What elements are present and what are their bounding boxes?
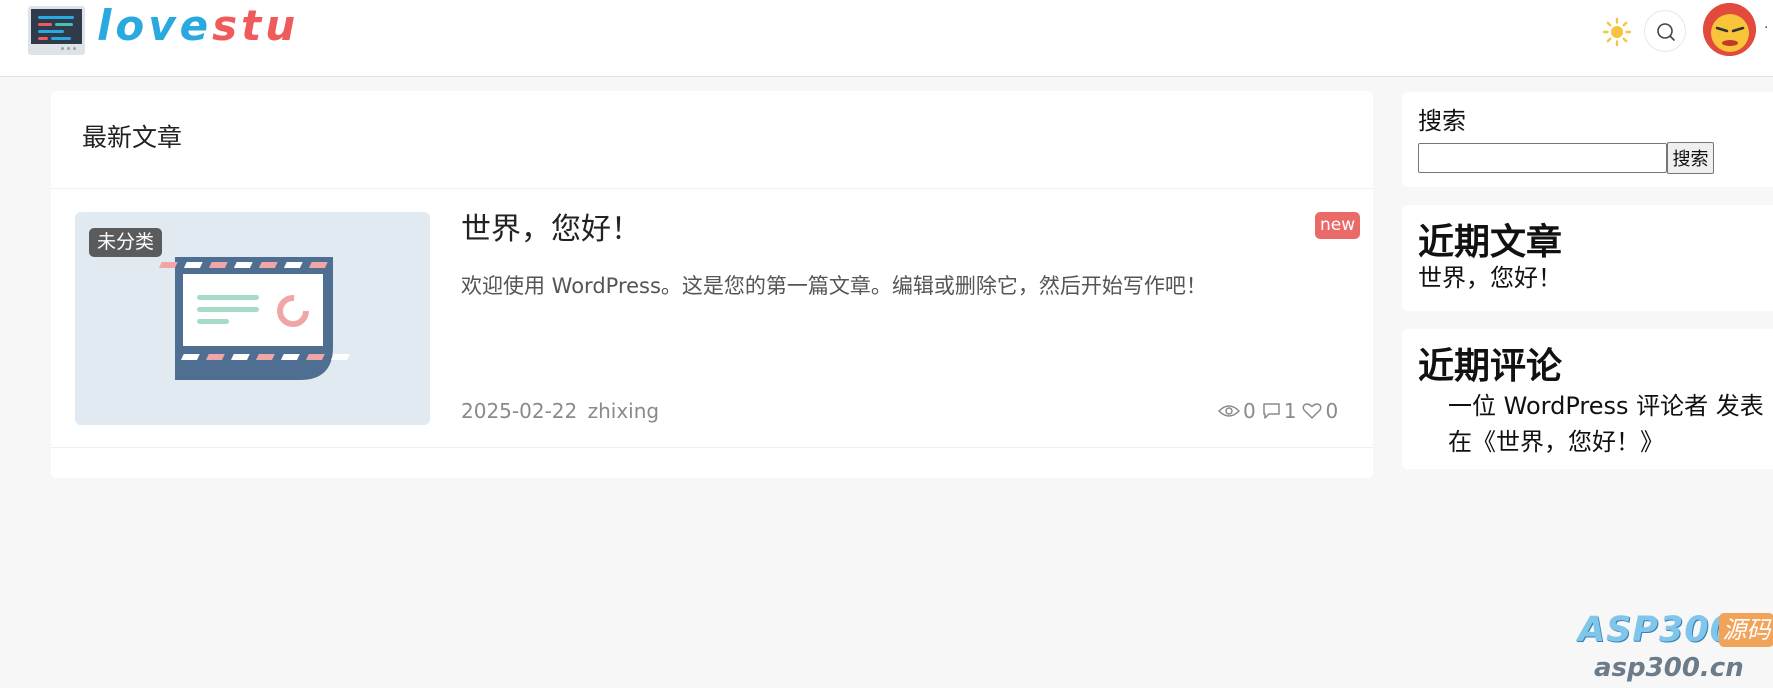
- post-excerpt: 欢迎使用 WordPress。这是您的第一篇文章。编辑或删除它，然后开始写作吧！: [461, 274, 1207, 298]
- post-stats: 0 1 0: [1218, 397, 1344, 425]
- watermark-tag: 源码: [1719, 613, 1773, 647]
- eye-icon: [1218, 405, 1240, 417]
- post-thumbnail[interactable]: 未分类: [75, 212, 430, 425]
- recent-posts-widget: 近期文章 世界，您好！: [1402, 205, 1773, 311]
- watermark-brand: ASP300: [1578, 610, 1736, 650]
- comment-icon[interactable]: [1262, 402, 1281, 420]
- new-badge: new: [1315, 212, 1361, 239]
- post-date: 2025-02-22: [461, 399, 578, 423]
- section-title: 最新文章: [82, 123, 183, 152]
- recent-comments-widget: 近期评论 一位 WordPress 评论者 发表在《世界，您好！》: [1402, 329, 1773, 469]
- category-badge[interactable]: 未分类: [89, 228, 163, 257]
- heart-icon[interactable]: [1302, 402, 1322, 420]
- search-widget: 搜索 搜索: [1402, 92, 1773, 187]
- divider: [51, 188, 1373, 189]
- search-widget-label: 搜索: [1418, 107, 1466, 135]
- watermark-url: asp300.cn: [1594, 653, 1744, 683]
- search-submit-button[interactable]: 搜索: [1667, 142, 1714, 174]
- logo-text[interactable]: lovestu: [97, 0, 299, 52]
- recent-comments-title: 近期评论: [1418, 346, 1563, 387]
- logo-text-part2: stu: [212, 1, 300, 50]
- recent-post-link[interactable]: 世界，您好！: [1418, 262, 1562, 294]
- header-more-icon[interactable]: ·: [1764, 21, 1773, 35]
- divider: [51, 447, 1373, 448]
- search-icon: [1657, 23, 1675, 41]
- search-input[interactable]: [1418, 143, 1667, 173]
- user-avatar[interactable]: [1703, 3, 1756, 56]
- site-header: lovestu ·: [0, 0, 1773, 77]
- recent-posts-title: 近期文章: [1418, 222, 1563, 263]
- watermark: ASP300 源码 asp300.cn: [1578, 610, 1773, 688]
- recent-comment-item[interactable]: 一位 WordPress 评论者 发表在《世界，您好！》: [1448, 388, 1773, 460]
- logo-text-part1: love: [97, 1, 213, 50]
- header-search-button[interactable]: [1644, 10, 1686, 52]
- latest-posts-card: 最新文章 未分类 世界，您好！ new 欢迎使用 WordPress。这是您的第…: [51, 91, 1373, 478]
- likes-count: 0: [1325, 399, 1339, 423]
- views-count: 0: [1243, 399, 1256, 423]
- sun-icon[interactable]: [1602, 17, 1632, 47]
- post-author[interactable]: zhixing: [588, 399, 660, 423]
- post-title[interactable]: 世界，您好！: [461, 211, 641, 249]
- post-meta: 2025-02-22 zhixing: [461, 397, 663, 425]
- comments-count: 1: [1283, 399, 1297, 423]
- logo-icon[interactable]: [28, 6, 85, 55]
